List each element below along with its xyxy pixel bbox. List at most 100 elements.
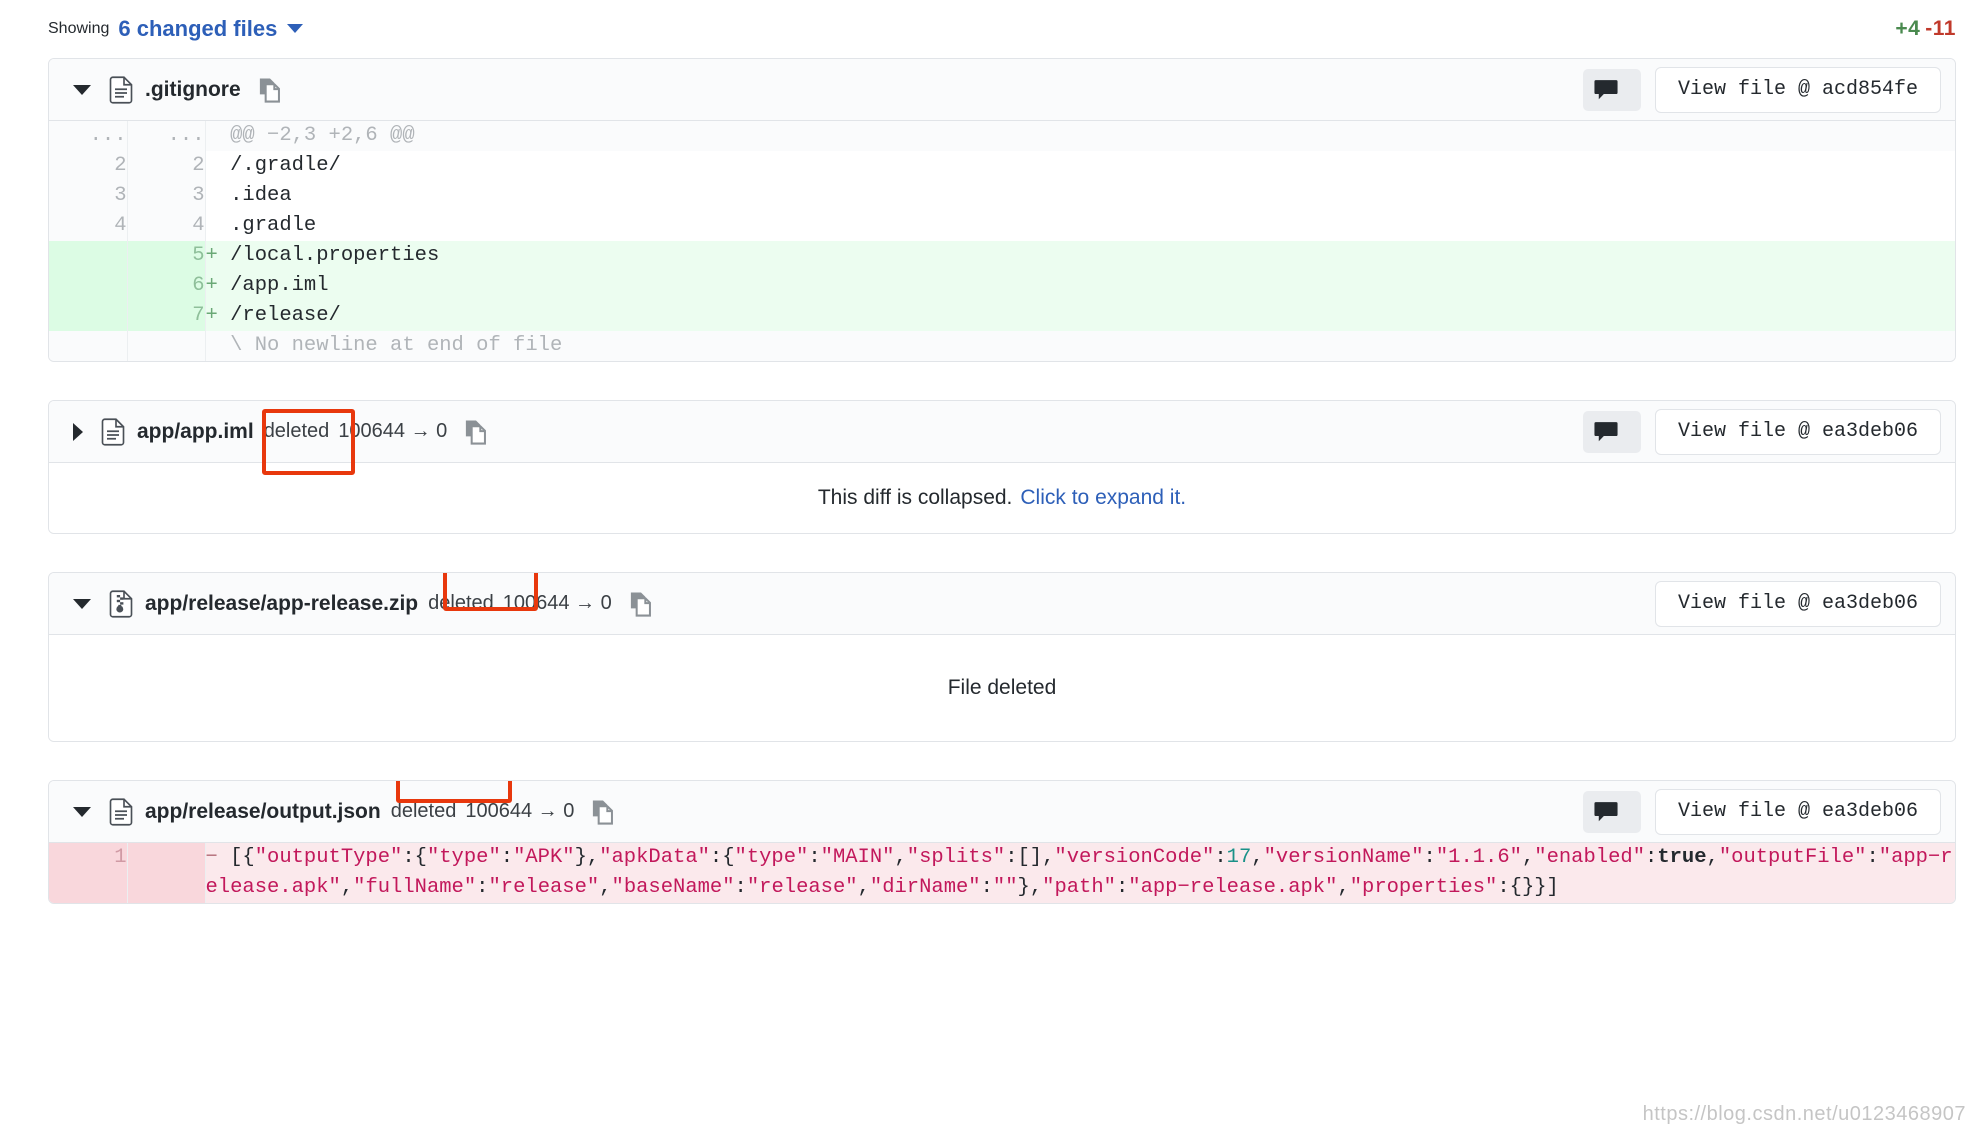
diff-line-number-old[interactable]	[49, 331, 128, 361]
diff-row-add: 5 + /local.properties	[49, 241, 1955, 271]
json-token-str: "fullName"	[353, 876, 477, 899]
json-token-punc: ,	[1251, 846, 1264, 869]
diff-line-number-old[interactable]: 3	[49, 181, 128, 211]
diff-line-number-old[interactable]	[49, 271, 128, 301]
file-path[interactable]: app/release/app-release.zip	[145, 592, 418, 616]
diff-line-number-new[interactable]	[127, 843, 206, 903]
json-token-punc: :{	[709, 846, 735, 869]
diff-code-line[interactable]: \ No newline at end of file	[205, 331, 1955, 361]
json-token-punc: },	[574, 846, 600, 869]
file-card: app/release/output.json deleted 100644 → 0…	[48, 780, 1956, 904]
file-path[interactable]: app/release/output.json	[145, 800, 381, 824]
view-file-button[interactable]: View file @ ea3deb06	[1654, 788, 1941, 835]
json-token-str: "apkData"	[599, 846, 710, 869]
comment-icon	[1593, 800, 1619, 824]
comment-icon	[1593, 78, 1619, 102]
triangle-down-icon[interactable]	[73, 598, 91, 609]
diff-stat: +4 -11	[1895, 17, 1956, 41]
json-token-str: "baseName"	[611, 876, 735, 899]
file-header: app/app.iml deleted 100644 → 0 View file @ …	[49, 401, 1955, 475]
diff-line-number-old[interactable]: ...	[49, 121, 128, 151]
diff-line-sign: −	[205, 846, 231, 869]
copy-path-icon[interactable]	[463, 418, 489, 446]
json-token-str: "outputType"	[254, 846, 403, 869]
json-token-bool: true	[1657, 846, 1707, 869]
expand-diff-link[interactable]: Click to expand it.	[1020, 486, 1186, 510]
diff-line-number-old[interactable]: 1	[49, 843, 128, 903]
json-token-punc: :	[1115, 876, 1129, 899]
json-token-str: "outputFile"	[1718, 846, 1867, 869]
diff-code-line[interactable]: − [{"outputType":{"type":"APK"},"apkData…	[205, 843, 1955, 903]
diff-row-nonl: \ No newline at end of file	[49, 331, 1955, 361]
comment-button[interactable]	[1582, 410, 1641, 453]
file-path[interactable]: app/app.iml	[137, 420, 254, 444]
file-card: app/release/app-release.zip deleted 100644…	[48, 572, 1956, 742]
diff-line-number-new[interactable]	[127, 331, 206, 361]
diff-code-line[interactable]: @@ −2,3 +2,6 @@	[205, 121, 1955, 151]
diff-row-hunk: ...... @@ −2,3 +2,6 @@	[49, 121, 1955, 151]
json-token-str: ""	[992, 876, 1018, 899]
json-token-str: "release"	[488, 876, 600, 899]
triangle-down-icon[interactable]	[73, 806, 91, 817]
copy-path-icon[interactable]	[257, 76, 283, 104]
diff-line-number-new[interactable]: 3	[127, 181, 206, 211]
file-header: app/release/output.json deleted 100644 → 0…	[49, 781, 1955, 843]
view-file-button[interactable]: View file @ ea3deb06	[1654, 408, 1941, 455]
copy-path-icon[interactable]	[628, 590, 654, 618]
diff-code-line[interactable]: + /app.iml	[205, 271, 1955, 301]
file-header-actions: View file @ ea3deb06	[1582, 408, 1941, 455]
diff-line-number-new[interactable]: ...	[127, 121, 206, 151]
json-token-punc: ,	[1337, 876, 1350, 899]
file-icon	[109, 75, 133, 104]
diff-code-line[interactable]: .idea	[205, 181, 1955, 211]
binary-file-deleted-message: File deleted	[49, 635, 1955, 741]
diff-line-number-new[interactable]: 6	[127, 271, 206, 301]
json-token-punc: :	[1423, 846, 1436, 869]
file-status-meta: deleted 100644 → 0	[264, 420, 448, 443]
diff-line-number-old[interactable]: 2	[49, 151, 128, 181]
diff-code-line[interactable]: .gradle	[205, 211, 1955, 241]
diff-line-number-new[interactable]: 7	[127, 301, 206, 331]
diff-code-line[interactable]: + /release/	[205, 301, 1955, 331]
file-header: .gitignore View file @ acd854fe	[49, 59, 1955, 121]
json-token-punc: [{	[230, 846, 255, 869]
triangle-down-icon[interactable]	[73, 84, 91, 95]
diff-line-number-new[interactable]: 4	[127, 211, 206, 241]
file-header-actions: View file @ ea3deb06	[1582, 788, 1941, 835]
view-file-button[interactable]: View file @ acd854fe	[1654, 66, 1941, 113]
diff-line-number-new[interactable]: 5	[127, 241, 206, 271]
comment-icon	[1593, 420, 1619, 444]
diff-code-line[interactable]: /.gradle/	[205, 151, 1955, 181]
diff-table: 1 − [{"outputType":{"type":"APK"},"apkDat…	[49, 843, 1955, 903]
json-token-punc: ,	[1521, 846, 1535, 869]
json-token-punc: :	[808, 846, 821, 869]
diff-line-number-old[interactable]	[49, 241, 128, 271]
copy-path-icon[interactable]	[590, 798, 616, 826]
triangle-right-icon[interactable]	[73, 422, 83, 441]
file-header-actions: View file @ ea3deb06	[1654, 580, 1941, 627]
json-token-str: "release"	[746, 876, 858, 899]
comment-button[interactable]	[1582, 790, 1641, 833]
file-mode-change: 100644 → 0	[465, 800, 575, 822]
json-token-punc: :	[1645, 846, 1658, 869]
file-card: app/app.iml deleted 100644 → 0 View file @ …	[48, 400, 1956, 534]
collapsed-diff-text: This diff is collapsed.	[817, 486, 1013, 509]
file-status-meta: deleted 100644 → 0	[391, 800, 575, 823]
changed-files-dropdown[interactable]: 6 changed files	[118, 16, 304, 42]
deletions-count: -11	[1925, 17, 1956, 40]
json-token-punc: :{	[402, 846, 427, 869]
json-token-str: "path"	[1042, 876, 1116, 899]
diff-line-number-old[interactable]: 4	[49, 211, 128, 241]
file-path[interactable]: .gitignore	[145, 78, 241, 102]
binary-file-icon	[109, 589, 133, 618]
json-token-str: "app−release.apk"	[1128, 876, 1338, 899]
diff-line-number-new[interactable]: 2	[127, 151, 206, 181]
file-icon	[101, 417, 125, 446]
comment-button[interactable]	[1582, 68, 1641, 111]
diff-code-line[interactable]: + /local.properties	[205, 241, 1955, 271]
diff-summary-toolbar: Showing 6 changed files +4 -11	[0, 0, 1980, 58]
json-token-punc: :{}}]	[1497, 876, 1559, 899]
view-file-button[interactable]: View file @ ea3deb06	[1654, 580, 1941, 627]
diff-line-number-old[interactable]	[49, 301, 128, 331]
file-icon	[109, 797, 133, 826]
